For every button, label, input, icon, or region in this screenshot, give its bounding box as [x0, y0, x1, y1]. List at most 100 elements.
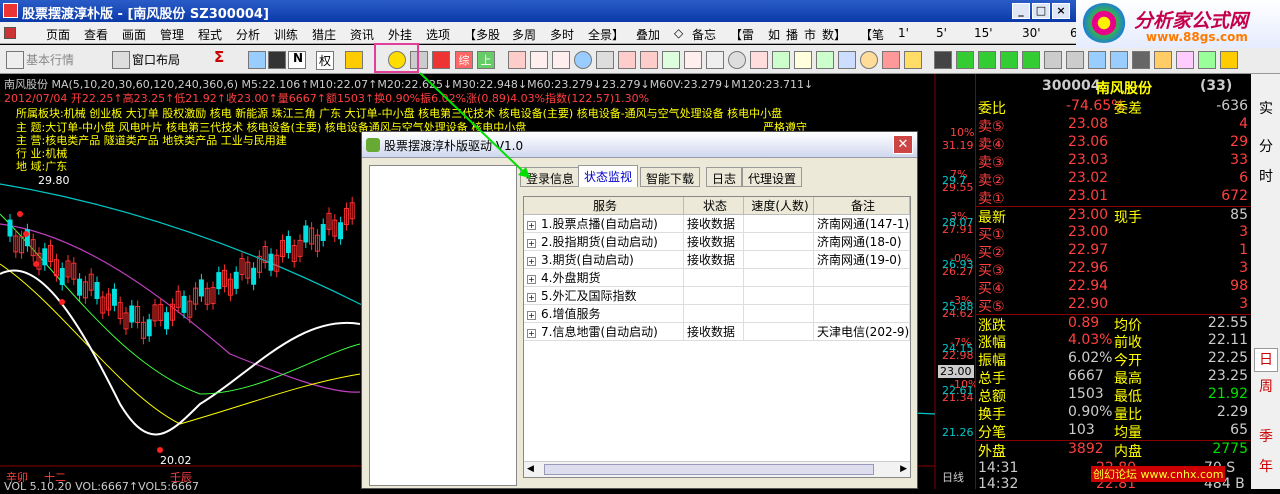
tab-0[interactable]: 登录信息 [520, 167, 581, 187]
menu-item-11[interactable]: 【多股 [464, 26, 500, 43]
table-icon[interactable] [662, 51, 680, 69]
arrow-up-icon[interactable] [1000, 51, 1018, 69]
arrow-left-icon[interactable] [956, 51, 974, 69]
column-header-2[interactable]: 速度(人数) [744, 197, 814, 215]
grid-icon[interactable] [706, 51, 724, 69]
tab-4[interactable]: 代理设置 [742, 167, 803, 187]
f11-icon[interactable] [552, 51, 570, 69]
column-header-1[interactable]: 状态 [684, 197, 744, 215]
layer-icon[interactable] [1154, 51, 1172, 69]
menu-item-27[interactable]: 30' [1022, 26, 1041, 40]
arrow-right-icon[interactable] [978, 51, 996, 69]
table-row[interactable]: +7.信息地雷(自动启动) 接收数据 天津电信(202-9) [524, 323, 910, 341]
f-icon[interactable] [618, 51, 636, 69]
sun-icon[interactable] [860, 51, 878, 69]
adjust-rights-select[interactable]: 权 [316, 51, 335, 70]
menu-item-5[interactable]: 分析 [236, 26, 260, 43]
flag-icon[interactable] [882, 51, 900, 69]
document-icon[interactable] [4, 27, 16, 39]
globe-icon[interactable] [574, 51, 592, 69]
column-header-3[interactable]: 备注 [814, 197, 910, 215]
close-button[interactable]: × [1052, 3, 1070, 19]
expand-icon[interactable]: + [527, 293, 536, 302]
shang-icon[interactable]: 上 [477, 51, 495, 69]
chart-icon[interactable] [508, 51, 526, 69]
zoom-icon[interactable] [728, 51, 746, 69]
chart-mode-icon[interactable] [1066, 51, 1084, 69]
menu-item-20[interactable]: 播 [786, 26, 798, 43]
sidebar-0[interactable]: 实 [1254, 98, 1278, 122]
crosshair-icon[interactable] [1044, 51, 1062, 69]
menu-item-6[interactable]: 训练 [274, 26, 298, 43]
menu-item-4[interactable]: 程式 [198, 26, 222, 43]
menu-item-9[interactable]: 外挂 [388, 26, 412, 43]
script-icon[interactable] [1220, 51, 1238, 69]
menu-item-13[interactable]: 多时 [550, 26, 574, 43]
f2-icon[interactable] [640, 51, 658, 69]
sidebar-1[interactable]: 分 [1254, 136, 1278, 160]
table-row[interactable]: +1.股票点播(自动启动) 接收数据 济南网通(147-1) [524, 215, 910, 233]
expand-icon[interactable]: + [527, 257, 536, 266]
brush-icon[interactable] [1088, 51, 1106, 69]
tool-icon[interactable] [904, 51, 922, 69]
cube-icon[interactable] [1176, 51, 1194, 69]
display-icon[interactable] [268, 51, 286, 69]
minimize-button[interactable]: _ [1012, 3, 1030, 19]
sidebar-6[interactable]: 年 [1254, 456, 1278, 480]
expand-icon[interactable]: + [527, 275, 536, 284]
expand-icon[interactable]: + [527, 239, 536, 248]
news-icon[interactable] [596, 51, 614, 69]
left-end-icon[interactable] [934, 51, 952, 69]
menu-item-0[interactable]: 页面 [46, 26, 70, 43]
f10-icon[interactable] [530, 51, 548, 69]
horizontal-scrollbar[interactable]: ◀ ▶ [524, 461, 910, 477]
window-icon[interactable] [112, 51, 130, 69]
table-row[interactable]: +5.外汇及国际指数 [524, 287, 910, 305]
pen-icon[interactable] [1110, 51, 1128, 69]
table-row[interactable]: +2.股指期货(自动启动) 接收数据 济南网通(18-0) [524, 233, 910, 251]
alarm-icon[interactable] [750, 51, 768, 69]
zong-icon[interactable]: 综 [455, 51, 473, 69]
sidebar-2[interactable]: 时 [1254, 166, 1278, 190]
menu-item-24[interactable]: 1' [898, 26, 909, 40]
menu-item-7[interactable]: 猎庄 [312, 26, 336, 43]
menu-item-1[interactable]: 查看 [84, 26, 108, 43]
tab-1[interactable]: 状态监视 [578, 165, 639, 187]
table-row[interactable]: +6.增值服务 [524, 305, 910, 323]
column-header-0[interactable]: 服务 [524, 197, 684, 215]
scroll-left-icon[interactable]: ◀ [527, 464, 534, 474]
dialog-close-button[interactable]: ✕ [893, 135, 913, 154]
tab-2[interactable]: 智能下载 [640, 167, 701, 187]
pencil-icon[interactable] [345, 51, 363, 69]
table-row[interactable]: +4.外盘期货 [524, 269, 910, 287]
scroll-thumb[interactable] [544, 464, 874, 475]
stock-list-icon[interactable] [6, 51, 24, 69]
expand-icon[interactable]: + [527, 329, 536, 338]
maximize-button[interactable]: □ [1032, 3, 1050, 19]
menu-item-18[interactable]: 【雷 [730, 26, 754, 43]
cursor-icon[interactable] [248, 51, 266, 69]
menu-item-8[interactable]: 资讯 [350, 26, 374, 43]
menu-item-17[interactable]: 备忘 [692, 26, 716, 43]
arrow-down-icon[interactable] [1022, 51, 1040, 69]
menu-item-14[interactable]: 全景】 [588, 26, 624, 43]
expand-icon[interactable]: + [527, 311, 536, 320]
dialog-title-bar[interactable]: 股票摆渡淳朴版驱动 V1.0 ✕ [362, 132, 917, 158]
menu-item-2[interactable]: 画面 [122, 26, 146, 43]
f4-icon[interactable] [794, 51, 812, 69]
f5-icon[interactable] [816, 51, 834, 69]
f6-icon[interactable] [838, 51, 856, 69]
menu-item-23[interactable]: 【笔 [860, 26, 884, 43]
window-layout-button[interactable]: 窗口布局 [132, 51, 180, 68]
sidebar-3[interactable]: 日 [1254, 348, 1278, 372]
tab-3[interactable]: 日志 [706, 167, 743, 187]
grid-color-icon[interactable] [432, 51, 450, 69]
menu-item-26[interactable]: 15' [974, 26, 993, 40]
period-label-day[interactable]: 日线 [942, 469, 964, 485]
sigma-icon[interactable]: Σ [214, 48, 224, 66]
menu-item-22[interactable]: 数】 [822, 26, 846, 43]
sidebar-4[interactable]: 周 [1254, 376, 1278, 400]
basic-quote-button[interactable]: 基本行情 [26, 51, 74, 68]
menu-item-25[interactable]: 5' [936, 26, 947, 40]
menu-item-16[interactable]: ◇ [674, 26, 683, 40]
